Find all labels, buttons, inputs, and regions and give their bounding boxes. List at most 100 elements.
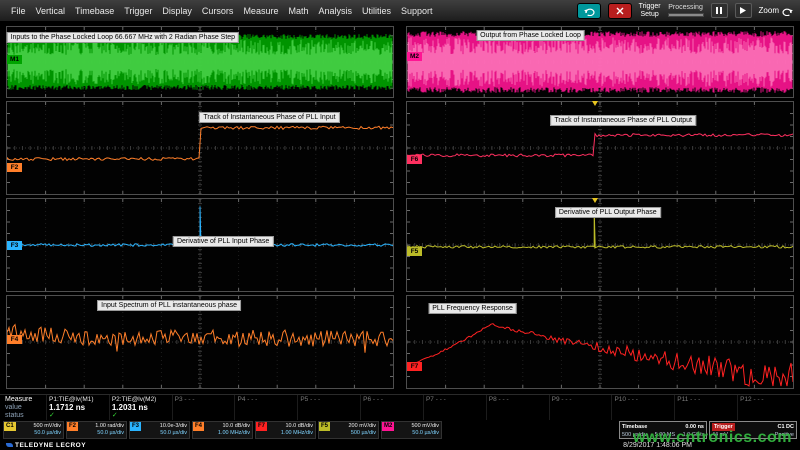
channel-id: C1 (4, 422, 16, 431)
measure-column[interactable]: P3 - - - (172, 395, 235, 420)
menu-item-trigger[interactable]: Trigger (119, 6, 157, 16)
menu-item-measure[interactable]: Measure (238, 6, 283, 16)
measure-column-header[interactable]: P4 - - - (237, 396, 295, 404)
channel-hscale: 1.00 MHz/div (281, 430, 313, 437)
measure-status: ✓ (49, 412, 107, 420)
measure-column-header[interactable]: P9 - - - (552, 396, 610, 404)
menu-item-analysis[interactable]: Analysis (313, 6, 357, 16)
menu-item-utilities[interactable]: Utilities (357, 6, 396, 16)
panel-annotation: Track of Instantaneous Phase of PLL Inpu… (199, 112, 339, 123)
channel-tag[interactable]: F7 (407, 362, 422, 371)
measure-status (740, 411, 798, 419)
channel-descriptor-c1[interactable]: C1 500 mV/div50.0 µs/div (3, 421, 64, 439)
channel-id: F2 (67, 422, 78, 431)
brand-swoosh-icon (6, 443, 13, 447)
channel-id: F4 (193, 422, 204, 431)
channel-id: F3 (130, 422, 141, 431)
pause-button[interactable] (711, 3, 728, 18)
measure-column[interactable]: P8 - - - (486, 395, 549, 420)
measure-status (614, 411, 672, 419)
channel-tag[interactable]: M1 (7, 55, 22, 64)
measure-column-header[interactable]: P6 - - - (363, 396, 421, 404)
processing-progress-bar (668, 13, 704, 17)
measure-value: 1.1712 ns (49, 404, 107, 412)
measure-row-labels: Measurevaluestatus (0, 395, 46, 420)
step-marker-icon (592, 101, 598, 106)
channel-descriptors: C1500 mV/div50.0 µs/divF21.00 rad/div50.… (3, 421, 442, 439)
channel-vscale: 500 mV/div (33, 423, 61, 430)
watermark: www.cntronics.com (633, 429, 792, 447)
trigger-setup-button[interactable]: Trigger Setup (639, 3, 661, 19)
measure-status (363, 411, 421, 419)
zoom-button[interactable]: Zoom (759, 6, 794, 16)
channel-descriptor-m2[interactable]: M2500 mV/div50.0 µs/div (381, 421, 442, 439)
channel-tag[interactable]: F3 (7, 241, 22, 250)
measure-column[interactable]: P7 - - - (423, 395, 486, 420)
measure-column[interactable]: P1:TIE@lv(M1)1.1712 ns✓ (46, 395, 109, 420)
play-button[interactable] (735, 3, 752, 18)
channel-tag[interactable]: F5 (407, 247, 422, 256)
channel-tag[interactable]: F4 (7, 335, 22, 344)
measure-row-label: status (5, 412, 46, 420)
menu-item-vertical[interactable]: Vertical (31, 6, 71, 16)
channel-vscale: 10.0 dB/div (285, 423, 313, 430)
measure-status (237, 411, 295, 419)
menu-item-display[interactable]: Display (157, 6, 197, 16)
measure-column[interactable]: P2:TIE@lv(M2)1.2031 ns✓ (109, 395, 172, 420)
measure-column-header[interactable]: P10 - - - (614, 396, 672, 404)
channel-tag[interactable]: F2 (7, 163, 22, 172)
measure-row-label: Measure (5, 396, 46, 404)
waveform-canvas (407, 27, 793, 97)
measure-column[interactable]: P11 - - - (674, 395, 737, 420)
probe-tool-icon-button[interactable] (577, 3, 601, 19)
measure-column[interactable]: P6 - - - (360, 395, 423, 420)
measure-column[interactable]: P10 - - - (611, 395, 674, 420)
panel-annotation: Derivative of PLL Input Phase (173, 236, 273, 247)
panel-pll-frequency-response: PLL Frequency Response F7 (406, 295, 794, 389)
channel-hscale: 50.0 µs/div (34, 430, 61, 437)
menu-items: FileVerticalTimebaseTriggerDisplayCursor… (6, 6, 438, 16)
panel-input-phase-derivative: Derivative of PLL Input Phase F3 (6, 198, 394, 292)
channel-hscale: 1.00 MHz/div (218, 430, 250, 437)
menu-item-support[interactable]: Support (396, 6, 438, 16)
measure-value: 1.2031 ns (112, 404, 170, 412)
channel-descriptor-f2[interactable]: F21.00 rad/div50.0 µs/div (66, 421, 127, 439)
panel-output-phase-derivative: Derivative of PLL Output Phase F5 (406, 198, 794, 292)
measure-column[interactable]: P9 - - - (549, 395, 612, 420)
channel-descriptor-f5[interactable]: F5200 mV/div500 µs/div (318, 421, 379, 439)
menu-item-timebase[interactable]: Timebase (70, 6, 119, 16)
processing-status: Processing (668, 4, 704, 17)
menu-item-cursors[interactable]: Cursors (197, 6, 239, 16)
waveform-grid-area: Inputs to the Phase Locked Loop 66.667 M… (0, 22, 800, 394)
close-icon (615, 6, 625, 16)
measure-column-header[interactable]: P3 - - - (175, 396, 233, 404)
channel-descriptor-f4[interactable]: F4 10.0 dB/div1.00 MHz/div (192, 421, 253, 439)
measure-column-header[interactable]: P8 - - - (489, 396, 547, 404)
measure-column-header[interactable]: P5 - - - (300, 396, 358, 404)
measure-column-header[interactable]: P12 - - - (740, 396, 798, 404)
channel-id: M2 (382, 422, 394, 431)
channel-descriptor-f7[interactable]: F710.0 dB/div1.00 MHz/div (255, 421, 316, 439)
measure-status (300, 411, 358, 419)
channel-hscale: 500 µs/div (351, 430, 376, 437)
channel-hscale: 50.0 µs/div (412, 430, 439, 437)
measure-column[interactable]: P4 - - - (234, 395, 297, 420)
channel-tag[interactable]: M2 (407, 52, 422, 61)
trigger-setup-label-2: Setup (639, 11, 661, 19)
menu-item-math[interactable]: Math (283, 6, 313, 16)
measure-column-header[interactable]: P11 - - - (677, 396, 735, 404)
measure-column-header[interactable]: P7 - - - (426, 396, 484, 404)
stop-tool-icon-button[interactable] (608, 3, 632, 19)
measure-columns: P1:TIE@lv(M1)1.1712 ns✓P2:TIE@lv(M2)1.20… (46, 395, 800, 420)
zoom-label: Zoom (759, 6, 779, 15)
measure-column[interactable]: P5 - - - (297, 395, 360, 420)
panel-pll-output-signal: Output from Phase Locked Loop M2 (406, 26, 794, 98)
measure-column[interactable]: P12 - - - (737, 395, 800, 420)
menu-bar: FileVerticalTimebaseTriggerDisplayCursor… (0, 0, 800, 22)
channel-vscale: 200 mV/div (348, 423, 376, 430)
menu-item-file[interactable]: File (6, 6, 31, 16)
channel-tag[interactable]: F6 (407, 155, 422, 164)
channel-descriptor-f3[interactable]: F310.0e-3/div50.0 µs/div (129, 421, 190, 439)
trigger-setup-label-1: Trigger (639, 3, 661, 11)
channel-vscale: 10.0 dB/div (222, 423, 250, 430)
